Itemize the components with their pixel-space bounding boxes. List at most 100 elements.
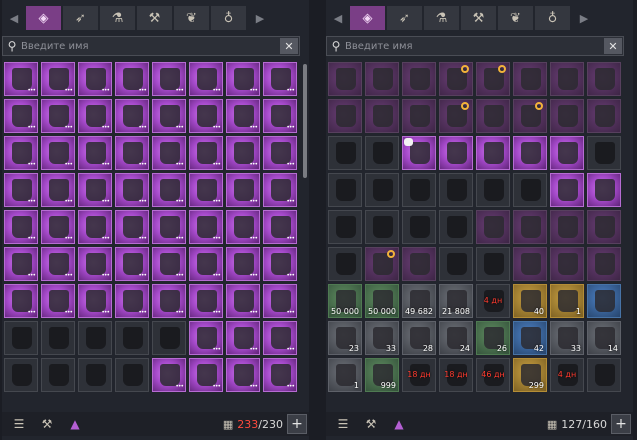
inventory-slot[interactable] <box>550 210 584 244</box>
inventory-slot[interactable] <box>476 99 510 133</box>
expand-inventory-button[interactable]: + <box>287 414 307 434</box>
inventory-slot[interactable]: 18 дн <box>402 358 436 392</box>
grade-filter-icon[interactable]: ▲ <box>388 414 410 434</box>
inventory-slot[interactable]: 4 дн <box>476 284 510 318</box>
inventory-slot[interactable] <box>550 173 584 207</box>
inventory-slot[interactable]: ••• <box>115 99 149 133</box>
inventory-slot[interactable]: ••• <box>41 136 75 170</box>
inventory-slot[interactable] <box>328 136 362 170</box>
inventory-slot[interactable]: ••• <box>41 247 75 281</box>
inventory-slot[interactable] <box>365 136 399 170</box>
inventory-slot[interactable]: ••• <box>41 173 75 207</box>
inventory-slot[interactable] <box>365 247 399 281</box>
inventory-slot[interactable]: ••• <box>152 247 186 281</box>
inventory-slot[interactable]: ••• <box>189 321 223 355</box>
inventory-slot[interactable]: ••• <box>41 99 75 133</box>
inventory-slot[interactable] <box>587 284 621 318</box>
inventory-slot[interactable]: ••• <box>78 136 112 170</box>
inventory-slot[interactable] <box>439 99 473 133</box>
inventory-slot[interactable] <box>513 247 547 281</box>
inventory-slot[interactable]: 26 <box>476 321 510 355</box>
inventory-slot[interactable]: ••• <box>263 321 297 355</box>
inventory-slot[interactable]: ••• <box>78 99 112 133</box>
inventory-slot[interactable]: ••• <box>152 284 186 318</box>
inventory-slot[interactable] <box>550 62 584 96</box>
expand-inventory-button[interactable]: + <box>611 414 631 434</box>
inventory-slot[interactable] <box>513 62 547 96</box>
tab-next-icon[interactable]: ▶ <box>572 6 596 30</box>
inventory-slot[interactable] <box>439 210 473 244</box>
all-items-icon[interactable]: ◈ <box>26 6 61 30</box>
inventory-slot[interactable] <box>550 136 584 170</box>
inventory-slot[interactable]: ••• <box>41 284 75 318</box>
scrollbar-thumb[interactable] <box>303 64 307 178</box>
inventory-slot[interactable] <box>328 173 362 207</box>
inventory-slot[interactable]: 999 <box>365 358 399 392</box>
inventory-slot[interactable]: 33 <box>365 321 399 355</box>
inventory-slot[interactable]: 299 <box>513 358 547 392</box>
inventory-slot[interactable]: ••• <box>226 321 260 355</box>
inventory-slot[interactable] <box>587 210 621 244</box>
pouch-icon[interactable]: ♁ <box>535 6 570 30</box>
inventory-slot[interactable]: ••• <box>78 284 112 318</box>
anvil-icon[interactable]: ⚒ <box>36 414 58 434</box>
inventory-slot[interactable]: 14 <box>587 321 621 355</box>
inventory-slot[interactable]: ••• <box>226 284 260 318</box>
herb-icon[interactable]: ❦ <box>498 6 533 30</box>
clear-search-button[interactable]: ✕ <box>280 38 298 54</box>
inventory-slot[interactable] <box>439 62 473 96</box>
potion-icon[interactable]: ⚗ <box>424 6 459 30</box>
inventory-slot[interactable] <box>476 62 510 96</box>
inventory-slot[interactable] <box>78 358 112 392</box>
inventory-slot[interactable]: 49 682 <box>402 284 436 318</box>
inventory-slot[interactable]: ••• <box>263 99 297 133</box>
inventory-slot[interactable]: ••• <box>115 284 149 318</box>
anvil-icon[interactable]: ⚒ <box>461 6 496 30</box>
inventory-slot[interactable]: ••• <box>152 99 186 133</box>
inventory-slot[interactable]: ••• <box>226 99 260 133</box>
inventory-slot[interactable] <box>365 210 399 244</box>
inventory-slot[interactable]: ••• <box>4 136 38 170</box>
inventory-slot[interactable]: ••• <box>4 173 38 207</box>
tab-prev-icon[interactable]: ◀ <box>2 6 26 30</box>
inventory-slot[interactable] <box>115 321 149 355</box>
inventory-slot[interactable]: 1 <box>328 358 362 392</box>
inventory-slot[interactable] <box>402 136 436 170</box>
inventory-slot[interactable] <box>4 321 38 355</box>
inventory-slot[interactable] <box>587 99 621 133</box>
clear-search-button[interactable]: ✕ <box>604 38 622 54</box>
inventory-slot[interactable] <box>513 173 547 207</box>
search-input[interactable] <box>21 38 280 54</box>
inventory-slot[interactable]: ••• <box>189 173 223 207</box>
inventory-slot[interactable] <box>328 62 362 96</box>
inventory-slot[interactable] <box>365 173 399 207</box>
inventory-slot[interactable]: 40 <box>513 284 547 318</box>
inventory-slot[interactable]: ••• <box>226 136 260 170</box>
inventory-slot[interactable]: 28 <box>402 321 436 355</box>
search-input[interactable] <box>345 38 604 54</box>
inventory-slot[interactable] <box>587 358 621 392</box>
inventory-slot[interactable] <box>587 136 621 170</box>
herb-icon[interactable]: ❦ <box>174 6 209 30</box>
inventory-slot[interactable]: ••• <box>263 247 297 281</box>
inventory-slot[interactable]: ••• <box>115 136 149 170</box>
inventory-slot[interactable]: ••• <box>41 62 75 96</box>
inventory-slot[interactable] <box>587 173 621 207</box>
inventory-slot[interactable]: ••• <box>189 358 223 392</box>
grade-filter-icon[interactable]: ▲ <box>64 414 86 434</box>
inventory-slot[interactable] <box>439 173 473 207</box>
inventory-slot[interactable]: ••• <box>115 173 149 207</box>
inventory-slot[interactable] <box>513 136 547 170</box>
inventory-slot[interactable] <box>152 321 186 355</box>
inventory-slot[interactable]: ••• <box>4 247 38 281</box>
inventory-slot[interactable]: ••• <box>115 247 149 281</box>
inventory-slot[interactable]: ••• <box>189 210 223 244</box>
inventory-slot[interactable]: 33 <box>550 321 584 355</box>
inventory-slot[interactable]: ••• <box>189 247 223 281</box>
inventory-slot[interactable]: ••• <box>78 173 112 207</box>
inventory-slot[interactable] <box>476 136 510 170</box>
inventory-slot[interactable]: ••• <box>4 99 38 133</box>
weapon-bow-icon[interactable]: ➶ <box>63 6 98 30</box>
inventory-slot[interactable]: ••• <box>226 173 260 207</box>
inventory-slot[interactable] <box>513 210 547 244</box>
